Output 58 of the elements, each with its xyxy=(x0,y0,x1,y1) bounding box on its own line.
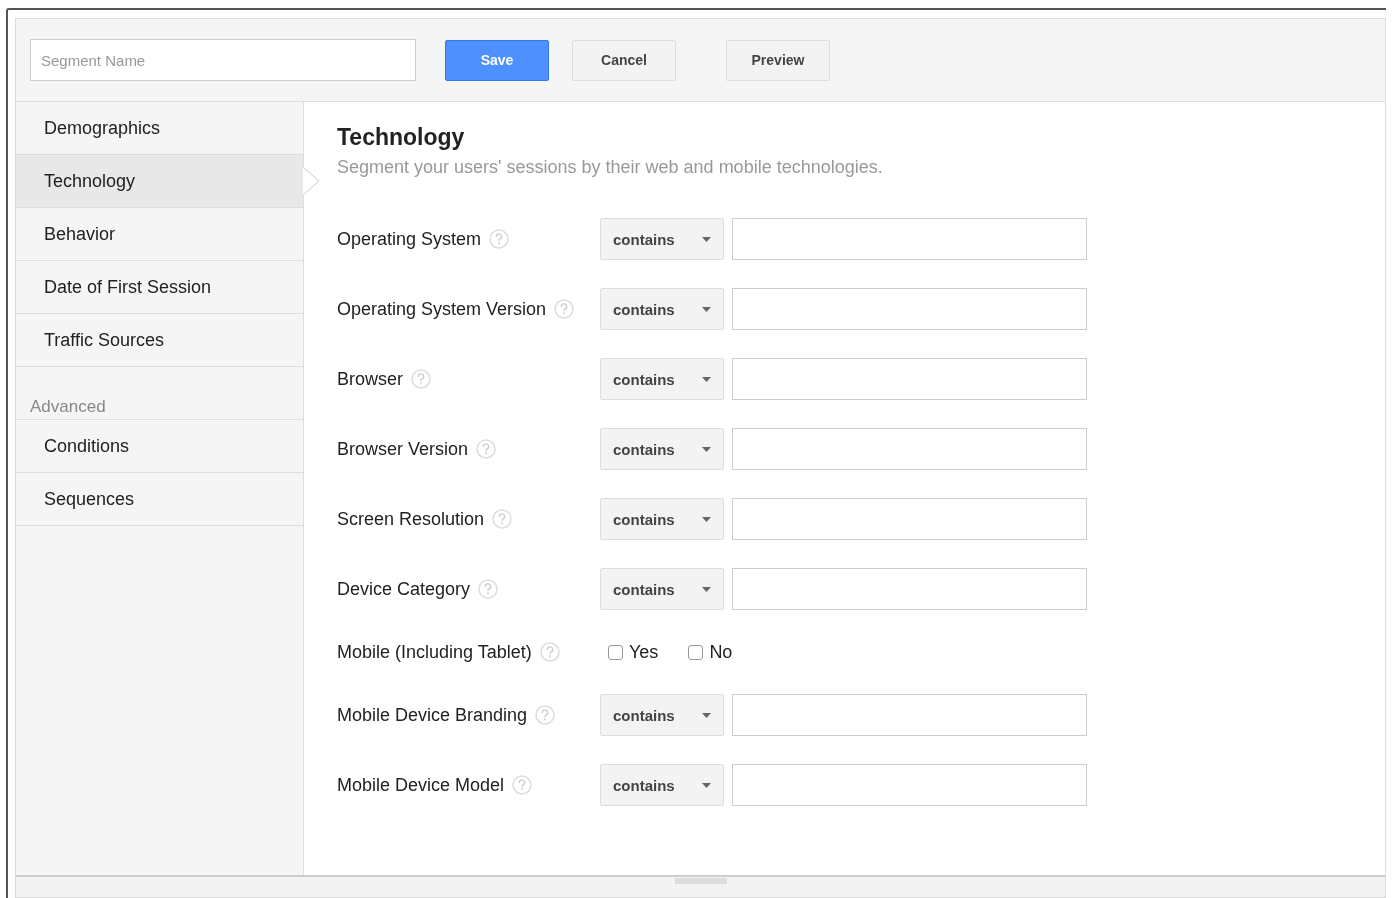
panel-description: Segment your users' sessions by their web and mobile technologies. xyxy=(337,157,884,178)
toolbar-button[interactable]: Preview xyxy=(726,39,830,81)
caret-icon xyxy=(702,782,711,788)
checkbox[interactable] xyxy=(688,644,704,660)
caret-icon xyxy=(702,516,711,522)
help-icon[interactable] xyxy=(512,775,533,795)
field-label: Mobile Device Branding xyxy=(337,704,528,726)
operator-dropdown[interactable]: contains xyxy=(600,764,724,806)
operator-dropdown[interactable]: contains xyxy=(600,694,724,736)
help-icon[interactable] xyxy=(489,229,510,249)
help-icon[interactable] xyxy=(411,369,431,389)
field-label: Screen Resolution xyxy=(337,508,485,530)
operator-dropdown[interactable]: contains xyxy=(600,358,724,400)
caret-icon xyxy=(702,376,711,382)
panel-title: Technology xyxy=(337,124,466,151)
toolbar-button[interactable]: Cancel xyxy=(572,39,676,81)
caret-icon xyxy=(702,586,711,592)
value-field[interactable] xyxy=(732,428,1087,470)
help-icon[interactable] xyxy=(535,705,556,725)
sidebar-item[interactable]: Conditions xyxy=(16,420,303,473)
field-label: Browser xyxy=(337,368,403,390)
caret-icon xyxy=(702,712,711,718)
help-icon[interactable] xyxy=(539,642,560,662)
caret-icon xyxy=(702,306,711,312)
help-icon[interactable] xyxy=(554,299,575,319)
field-label: Operating System Version xyxy=(337,298,547,320)
help-icon[interactable] xyxy=(476,439,497,459)
sidebar-item[interactable]: Behavior xyxy=(16,208,303,261)
operator-dropdown[interactable]: contains xyxy=(600,498,724,540)
value-field[interactable] xyxy=(732,288,1087,330)
value-field[interactable] xyxy=(732,764,1087,806)
field-label: Device Category xyxy=(337,578,471,600)
field-label: Mobile (Including Tablet) xyxy=(337,641,532,663)
section-heading: Advanced xyxy=(16,367,303,420)
checkbox-label: Yes xyxy=(629,641,659,663)
value-field[interactable] xyxy=(732,218,1087,260)
operator-dropdown[interactable]: contains xyxy=(600,428,724,470)
sidebar-item[interactable]: Sequences xyxy=(16,473,303,526)
value-field[interactable] xyxy=(732,498,1087,540)
operator-dropdown[interactable]: contains xyxy=(600,568,724,610)
field-label: Mobile Device Model xyxy=(337,774,505,796)
help-icon[interactable] xyxy=(492,509,513,529)
caret-icon xyxy=(702,446,711,452)
sidebar-item[interactable]: Date of First Session xyxy=(16,261,303,314)
resize-handle[interactable] xyxy=(674,878,727,884)
value-field[interactable] xyxy=(732,568,1087,610)
caret-icon xyxy=(702,236,711,242)
value-field[interactable] xyxy=(732,358,1087,400)
field-label: Operating System xyxy=(337,228,482,250)
operator-dropdown[interactable]: contains xyxy=(600,288,724,330)
value-field[interactable] xyxy=(732,694,1087,736)
field-label: Browser Version xyxy=(337,438,469,460)
checkbox[interactable] xyxy=(608,644,623,660)
operator-dropdown[interactable]: contains xyxy=(600,218,724,260)
sidebar-item[interactable]: Traffic Sources xyxy=(16,314,303,367)
checkbox-label: No xyxy=(709,641,733,663)
segment-name-field[interactable]: Segment Name xyxy=(30,39,416,81)
help-icon[interactable] xyxy=(478,579,499,599)
